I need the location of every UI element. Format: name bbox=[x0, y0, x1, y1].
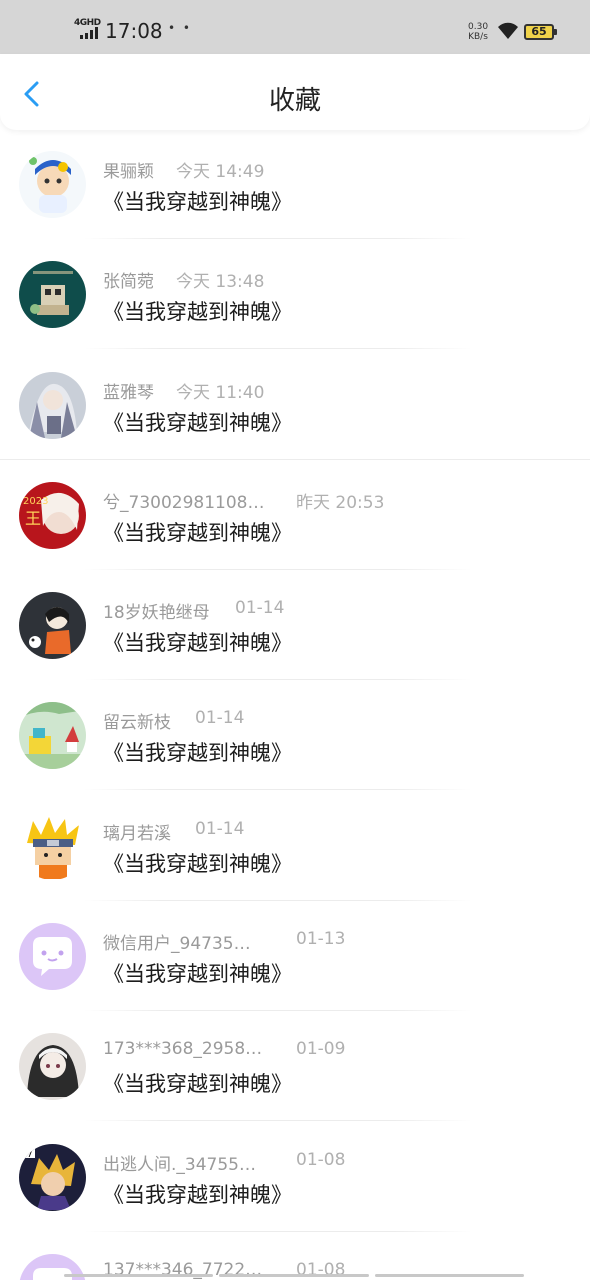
divider bbox=[84, 1230, 472, 1232]
status-bar: 4GHD 17:08 • • 0.30 KB/s 65 bbox=[0, 0, 590, 54]
book-title: 《当我穿越到神魄》 bbox=[103, 962, 292, 987]
list-item[interactable]: 137***346_7722…01-08《当我穿越到神魄》 bbox=[0, 1233, 590, 1280]
user-name: 18岁妖艳继母 bbox=[103, 603, 210, 624]
timestamp: 01-14 bbox=[195, 818, 245, 839]
header: 收藏 bbox=[0, 54, 590, 130]
list-item[interactable]: 微信用户_94735… 01-13 《当我穿越到神魄》 bbox=[0, 902, 590, 1012]
svg-text:2023: 2023 bbox=[23, 496, 48, 507]
book-title: 《当我穿越到神魄》 bbox=[103, 1182, 292, 1207]
svg-text:7: 7 bbox=[27, 1150, 33, 1160]
battery-icon: 65 bbox=[524, 24, 557, 40]
list-item[interactable]: 7 出逃人间._34755… 01-08 《当我穿越到神魄》 bbox=[0, 1123, 590, 1233]
svg-text:王: 王 bbox=[25, 509, 41, 528]
user-name: 出逃人间._34755… bbox=[103, 1154, 256, 1175]
divider bbox=[84, 679, 472, 681]
avatar[interactable] bbox=[19, 592, 86, 660]
user-name: 173***368_2958… bbox=[103, 1039, 263, 1060]
page-title: 收藏 bbox=[268, 86, 321, 116]
timestamp: 01-13 bbox=[296, 929, 346, 950]
divider bbox=[84, 568, 472, 570]
avatar[interactable] bbox=[19, 702, 86, 770]
network-speed: 0.30 KB/s bbox=[468, 22, 489, 42]
avatar[interactable]: 2023 王 bbox=[19, 481, 86, 549]
clock: 17:08 bbox=[105, 19, 163, 43]
timestamp: 01-09 bbox=[296, 1039, 346, 1060]
book-title: 《当我穿越到神魄》 bbox=[103, 631, 292, 656]
book-title: 《当我穿越到神魄》 bbox=[103, 300, 292, 325]
cellular-signal-icon: 4GHD bbox=[74, 18, 102, 42]
avatar[interactable] bbox=[19, 261, 86, 329]
avatar[interactable] bbox=[19, 1033, 86, 1101]
user-name: 蓝雅琴 bbox=[103, 382, 154, 403]
user-name: 璃月若溪 bbox=[103, 823, 171, 844]
wifi-icon bbox=[498, 22, 518, 39]
book-title: 《当我穿越到神魄》 bbox=[103, 410, 292, 435]
list-item[interactable]: 果骊颖 今天 14:49 《当我穿越到神魄》 bbox=[0, 130, 590, 240]
user-name: 果骊颖 bbox=[103, 162, 154, 182]
user-name: 张简菀 bbox=[103, 272, 154, 293]
avatar[interactable] bbox=[19, 371, 86, 439]
timestamp: 今天 11:40 bbox=[176, 382, 265, 403]
timestamp: 今天 14:49 bbox=[176, 162, 265, 182]
timestamp: 01-14 bbox=[195, 708, 245, 729]
divider bbox=[84, 1010, 472, 1012]
list-item[interactable]: 2023 王 兮_73002981108… 昨天 20:53 《当我穿越到神魄》 bbox=[0, 461, 590, 571]
user-name: 微信用户_94735… bbox=[103, 934, 251, 955]
book-title: 《当我穿越到神魄》 bbox=[103, 851, 292, 876]
notification-dots: • • bbox=[168, 21, 192, 35]
divider bbox=[84, 348, 472, 350]
book-title: 《当我穿越到神魄》 bbox=[103, 190, 292, 214]
favorites-list: 果骊颖 今天 14:49 《当我穿越到神魄》 张简菀 今天 13:48 《当我穿越到神魄》… bbox=[0, 130, 590, 1280]
list-item[interactable]: 18岁妖艳继母 01-14 《当我穿越到神魄》 bbox=[0, 571, 590, 681]
avatar[interactable]: 7 bbox=[19, 1143, 86, 1211]
list-item[interactable]: 璃月若溪 01-14 《当我穿越到神魄》 bbox=[0, 792, 590, 902]
list-item[interactable]: 173***368_2958… 01-09 《当我穿越到神魄》 bbox=[0, 1012, 590, 1122]
book-title: 《当我穿越到神魄》 bbox=[103, 520, 292, 545]
avatar[interactable] bbox=[19, 923, 86, 991]
divider bbox=[84, 238, 472, 239]
timestamp: 01-08 bbox=[296, 1149, 346, 1170]
timestamp: 昨天 20:53 bbox=[296, 492, 385, 513]
timestamp: 今天 13:48 bbox=[176, 272, 265, 293]
divider bbox=[84, 789, 472, 791]
divider bbox=[84, 1120, 472, 1122]
divider bbox=[84, 899, 472, 901]
avatar[interactable] bbox=[19, 151, 86, 218]
book-title: 《当我穿越到神魄》 bbox=[103, 1072, 292, 1097]
divider bbox=[0, 458, 590, 460]
book-title: 《当我穿越到神魄》 bbox=[103, 741, 292, 766]
user-name: 兮_73002981108… bbox=[103, 492, 265, 513]
avatar[interactable] bbox=[19, 812, 86, 880]
list-item[interactable]: 留云新枝 01-14 《当我穿越到神魄》 bbox=[0, 681, 590, 791]
list-item[interactable]: 张简菀 今天 13:48 《当我穿越到神魄》 bbox=[0, 240, 590, 350]
user-name: 留云新枝 bbox=[103, 713, 171, 734]
timestamp: 01-14 bbox=[235, 598, 285, 619]
bottom-indicator bbox=[64, 1274, 524, 1278]
list-item[interactable]: 蓝雅琴 今天 11:40 《当我穿越到神魄》 bbox=[0, 351, 590, 461]
